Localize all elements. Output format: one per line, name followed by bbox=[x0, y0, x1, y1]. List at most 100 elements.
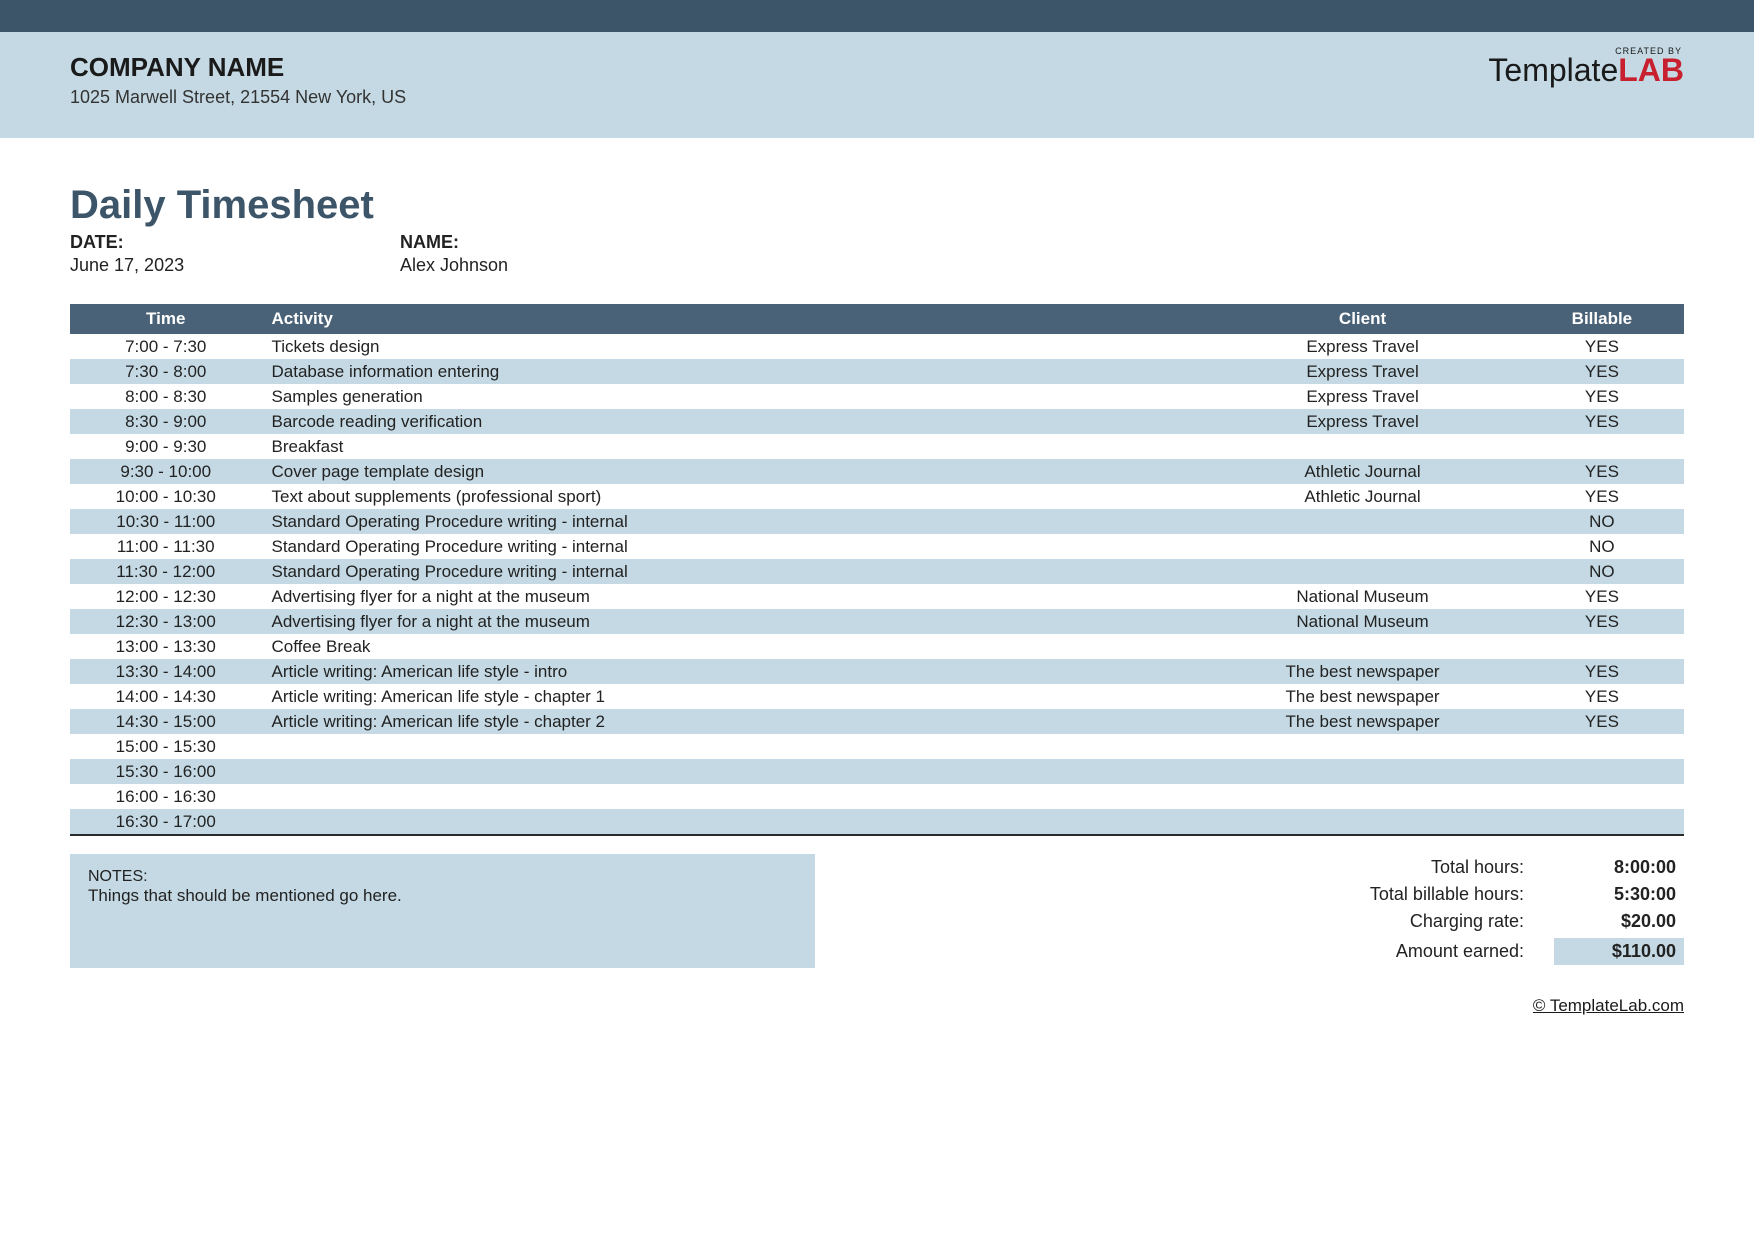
cell-client bbox=[1205, 534, 1520, 559]
cell-activity: Cover page template design bbox=[261, 459, 1205, 484]
cell-activity: Article writing: American life style - c… bbox=[261, 684, 1205, 709]
logo: CREATED BY TemplateLAB bbox=[1488, 52, 1684, 89]
col-time: Time bbox=[70, 304, 261, 334]
table-row: 8:30 - 9:00Barcode reading verificationE… bbox=[70, 409, 1684, 434]
table-row: 9:00 - 9:30Breakfast bbox=[70, 434, 1684, 459]
notes-box: NOTES: Things that should be mentioned g… bbox=[70, 854, 815, 968]
date-value: June 17, 2023 bbox=[70, 255, 400, 276]
cell-client bbox=[1205, 434, 1520, 459]
cell-time: 11:00 - 11:30 bbox=[70, 534, 261, 559]
cell-billable: YES bbox=[1520, 484, 1684, 509]
table-row: 13:00 - 13:30Coffee Break bbox=[70, 634, 1684, 659]
total-row: Total hours:8:00:00 bbox=[1254, 854, 1684, 881]
total-value: $110.00 bbox=[1554, 938, 1684, 965]
cell-billable: YES bbox=[1520, 459, 1684, 484]
cell-activity: Standard Operating Procedure writing - i… bbox=[261, 559, 1205, 584]
footer: NOTES: Things that should be mentioned g… bbox=[70, 854, 1684, 968]
total-label: Total billable hours: bbox=[1254, 884, 1554, 905]
cell-billable bbox=[1520, 784, 1684, 809]
table-row: 12:30 - 13:00Advertising flyer for a nig… bbox=[70, 609, 1684, 634]
cell-activity: Advertising flyer for a night at the mus… bbox=[261, 609, 1205, 634]
name-value: Alex Johnson bbox=[400, 255, 730, 276]
cell-billable: NO bbox=[1520, 534, 1684, 559]
cell-activity: Tickets design bbox=[261, 334, 1205, 359]
cell-time: 8:00 - 8:30 bbox=[70, 384, 261, 409]
table-row: 12:00 - 12:30Advertising flyer for a nig… bbox=[70, 584, 1684, 609]
company-name: COMPANY NAME bbox=[70, 52, 406, 83]
total-row: Amount earned:$110.00 bbox=[1254, 935, 1684, 968]
meta-name: NAME: Alex Johnson bbox=[400, 232, 730, 276]
total-label: Total hours: bbox=[1254, 857, 1554, 878]
cell-time: 14:00 - 14:30 bbox=[70, 684, 261, 709]
cell-client bbox=[1205, 734, 1520, 759]
cell-billable: NO bbox=[1520, 509, 1684, 534]
meta-date: DATE: June 17, 2023 bbox=[70, 232, 400, 276]
cell-time: 11:30 - 12:00 bbox=[70, 559, 261, 584]
cell-time: 10:00 - 10:30 bbox=[70, 484, 261, 509]
cell-time: 8:30 - 9:00 bbox=[70, 409, 261, 434]
credit-link[interactable]: © TemplateLab.com bbox=[0, 996, 1754, 1016]
cell-client: The best newspaper bbox=[1205, 709, 1520, 734]
timesheet-table: Time Activity Client Billable 7:00 - 7:3… bbox=[70, 304, 1684, 836]
logo-part1: Template bbox=[1488, 52, 1618, 88]
total-label: Amount earned: bbox=[1254, 941, 1554, 962]
logo-tagline: CREATED BY bbox=[1615, 46, 1682, 56]
cell-time: 12:00 - 12:30 bbox=[70, 584, 261, 609]
cell-client: The best newspaper bbox=[1205, 659, 1520, 684]
table-row: 8:00 - 8:30Samples generationExpress Tra… bbox=[70, 384, 1684, 409]
top-bar bbox=[0, 0, 1754, 32]
content: Daily Timesheet DATE: June 17, 2023 NAME… bbox=[0, 138, 1754, 968]
cell-client: Express Travel bbox=[1205, 359, 1520, 384]
table-row: 16:30 - 17:00 bbox=[70, 809, 1684, 835]
header: COMPANY NAME 1025 Marwell Street, 21554 … bbox=[0, 32, 1754, 138]
cell-activity: Standard Operating Procedure writing - i… bbox=[261, 509, 1205, 534]
table-row: 13:30 - 14:00Article writing: American l… bbox=[70, 659, 1684, 684]
table-row: 10:00 - 10:30Text about supplements (pro… bbox=[70, 484, 1684, 509]
table-row: 14:30 - 15:00Article writing: American l… bbox=[70, 709, 1684, 734]
table-row: 15:00 - 15:30 bbox=[70, 734, 1684, 759]
cell-client bbox=[1205, 784, 1520, 809]
cell-time: 16:00 - 16:30 bbox=[70, 784, 261, 809]
cell-billable: YES bbox=[1520, 384, 1684, 409]
table-row: 11:30 - 12:00Standard Operating Procedur… bbox=[70, 559, 1684, 584]
cell-client bbox=[1205, 759, 1520, 784]
table-row: 7:30 - 8:00Database information entering… bbox=[70, 359, 1684, 384]
cell-activity: Advertising flyer for a night at the mus… bbox=[261, 584, 1205, 609]
cell-client: Athletic Journal bbox=[1205, 484, 1520, 509]
company-block: COMPANY NAME 1025 Marwell Street, 21554 … bbox=[70, 52, 406, 108]
table-row: 7:00 - 7:30Tickets designExpress TravelY… bbox=[70, 334, 1684, 359]
cell-client: Athletic Journal bbox=[1205, 459, 1520, 484]
cell-billable bbox=[1520, 634, 1684, 659]
table-row: 10:30 - 11:00Standard Operating Procedur… bbox=[70, 509, 1684, 534]
col-billable: Billable bbox=[1520, 304, 1684, 334]
cell-activity bbox=[261, 809, 1205, 835]
cell-client: Express Travel bbox=[1205, 334, 1520, 359]
name-label: NAME: bbox=[400, 232, 730, 253]
cell-activity: Database information entering bbox=[261, 359, 1205, 384]
cell-client: Express Travel bbox=[1205, 384, 1520, 409]
cell-time: 14:30 - 15:00 bbox=[70, 709, 261, 734]
table-row: 15:30 - 16:00 bbox=[70, 759, 1684, 784]
cell-activity bbox=[261, 734, 1205, 759]
cell-time: 9:00 - 9:30 bbox=[70, 434, 261, 459]
cell-time: 7:30 - 8:00 bbox=[70, 359, 261, 384]
cell-activity: Samples generation bbox=[261, 384, 1205, 409]
table-row: 9:30 - 10:00Cover page template designAt… bbox=[70, 459, 1684, 484]
table-row: 11:00 - 11:30Standard Operating Procedur… bbox=[70, 534, 1684, 559]
cell-time: 13:30 - 14:00 bbox=[70, 659, 261, 684]
col-client: Client bbox=[1205, 304, 1520, 334]
cell-activity: Article writing: American life style - i… bbox=[261, 659, 1205, 684]
cell-client: National Museum bbox=[1205, 584, 1520, 609]
cell-billable: YES bbox=[1520, 359, 1684, 384]
cell-activity: Text about supplements (professional spo… bbox=[261, 484, 1205, 509]
cell-activity: Barcode reading verification bbox=[261, 409, 1205, 434]
date-label: DATE: bbox=[70, 232, 400, 253]
total-label: Charging rate: bbox=[1254, 911, 1554, 932]
cell-billable: YES bbox=[1520, 709, 1684, 734]
cell-client: Express Travel bbox=[1205, 409, 1520, 434]
notes-text: Things that should be mentioned go here. bbox=[88, 886, 797, 906]
meta: DATE: June 17, 2023 NAME: Alex Johnson bbox=[70, 232, 1684, 276]
cell-client: National Museum bbox=[1205, 609, 1520, 634]
cell-time: 10:30 - 11:00 bbox=[70, 509, 261, 534]
table-header-row: Time Activity Client Billable bbox=[70, 304, 1684, 334]
